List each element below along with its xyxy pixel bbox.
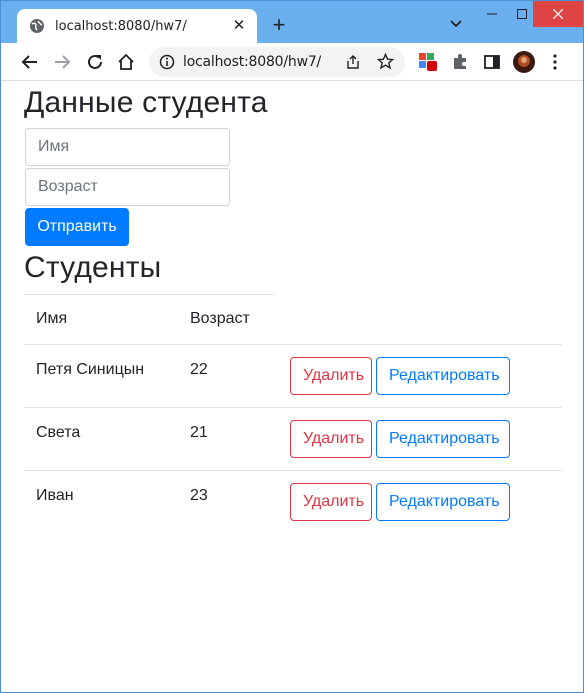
address-bar[interactable]: localhost:8080/hw7/ bbox=[149, 47, 405, 77]
puzzle-icon[interactable] bbox=[451, 53, 469, 71]
minimize-icon[interactable] bbox=[477, 1, 507, 27]
tab-title: localhost:8080/hw7/ bbox=[55, 18, 187, 34]
table-row: Света 21 Удалить Редактировать bbox=[24, 406, 562, 470]
name-input[interactable] bbox=[25, 128, 230, 166]
table-row: Иван 23 Удалить Редактировать bbox=[24, 469, 562, 533]
student-name: Света bbox=[24, 406, 178, 470]
browser-toolbar: localhost:8080/hw7/ bbox=[1, 43, 583, 81]
table-header-row: Имя Возраст bbox=[24, 295, 562, 344]
url-text[interactable]: localhost:8080/hw7/ bbox=[183, 54, 321, 70]
student-name: Петя Синицын bbox=[24, 343, 178, 407]
globe-icon bbox=[30, 19, 44, 33]
student-age: 23 bbox=[178, 469, 274, 533]
delete-button[interactable]: Удалить bbox=[290, 482, 372, 521]
forward-icon[interactable] bbox=[53, 53, 71, 71]
chevron-down-icon[interactable] bbox=[449, 17, 463, 31]
page-content: Данные студента Отправить Студенты Имя В… bbox=[1, 82, 583, 692]
submit-button[interactable]: Отправить bbox=[25, 208, 129, 246]
edit-button[interactable]: Редактировать bbox=[376, 482, 510, 521]
window-close-icon[interactable] bbox=[533, 1, 583, 27]
students-title: Студенты bbox=[24, 251, 162, 284]
header-name: Имя bbox=[36, 310, 68, 328]
form-title: Данные студента bbox=[24, 86, 268, 119]
browser-window: localhost:8080/hw7/ ✕ + localhost:8080/h… bbox=[0, 0, 584, 693]
row-actions: Удалить Редактировать bbox=[274, 469, 562, 533]
menu-icon[interactable] bbox=[546, 53, 564, 71]
reload-icon[interactable] bbox=[86, 53, 104, 71]
student-name: Иван bbox=[24, 469, 178, 533]
delete-button[interactable]: Удалить bbox=[290, 356, 372, 395]
avatar[interactable] bbox=[513, 51, 535, 73]
sidebar-icon[interactable] bbox=[483, 53, 501, 71]
delete-button[interactable]: Удалить bbox=[290, 419, 372, 458]
header-age: Возраст bbox=[190, 310, 250, 328]
browser-tab[interactable]: localhost:8080/hw7/ ✕ bbox=[17, 9, 257, 43]
back-icon[interactable] bbox=[21, 53, 39, 71]
home-icon[interactable] bbox=[117, 53, 135, 71]
star-icon[interactable] bbox=[377, 53, 394, 70]
table-row: Петя Синицын 22 Удалить Редактировать bbox=[24, 343, 562, 407]
extension-icon[interactable] bbox=[419, 53, 437, 71]
row-actions: Удалить Редактировать bbox=[274, 343, 562, 407]
plus-icon[interactable]: + bbox=[269, 14, 289, 36]
header-actions bbox=[274, 295, 562, 344]
edit-button[interactable]: Редактировать bbox=[376, 356, 510, 395]
students-table: Имя Возраст Петя Синицын 22 Удалить Редак… bbox=[24, 295, 562, 533]
student-age: 22 bbox=[178, 343, 274, 407]
share-icon[interactable] bbox=[345, 54, 361, 70]
edit-button[interactable]: Редактировать bbox=[376, 419, 510, 458]
age-input[interactable] bbox=[25, 168, 230, 206]
title-bar: localhost:8080/hw7/ ✕ + bbox=[1, 1, 583, 43]
row-actions: Удалить Редактировать bbox=[274, 406, 562, 470]
close-icon[interactable]: ✕ bbox=[231, 18, 247, 34]
student-age: 21 bbox=[178, 406, 274, 470]
info-icon[interactable] bbox=[159, 54, 175, 70]
